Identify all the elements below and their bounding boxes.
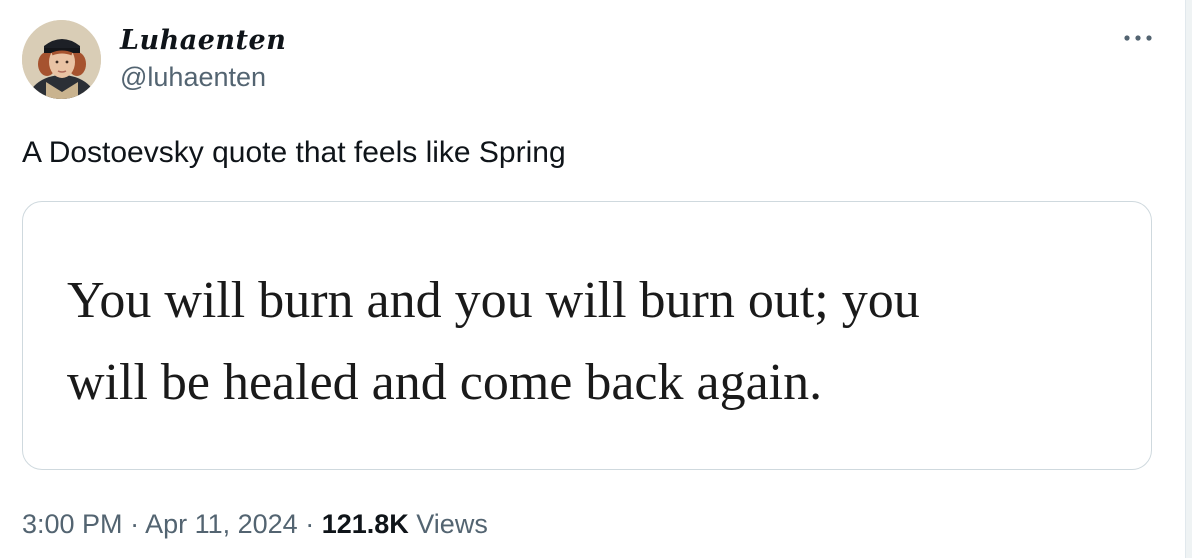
author-info: Luhaenten @luhaenten — [120, 21, 286, 95]
views-label: Views — [408, 509, 488, 539]
tweet: Luhaenten @luhaenten A Dostoevsky quote … — [0, 0, 1186, 558]
meta-separator: · — [297, 509, 322, 539]
more-options-button[interactable] — [1118, 26, 1158, 50]
author-display-name[interactable]: Luhaenten — [120, 21, 286, 61]
tweet-time[interactable]: 3:00 PM — [22, 509, 123, 539]
author-handle[interactable]: @luhaenten — [120, 59, 286, 95]
meta-separator: · — [122, 509, 146, 539]
tweet-metadata: 3:00 PM · Apr 11, 2024 · 121.8K Views — [22, 504, 488, 544]
scrollbar-track[interactable] — [1185, 0, 1192, 558]
tweet-date[interactable]: Apr 11, 2024 — [145, 509, 298, 539]
tweet-media-image[interactable]: You will burn and you will burn out; you… — [22, 201, 1152, 470]
media-quote-text: You will burn and you will burn out; you… — [67, 272, 920, 411]
more-horizontal-icon — [1124, 35, 1152, 41]
tweet-text: A Dostoevsky quote that feels like Sprin… — [22, 136, 566, 169]
portrait-avatar-icon — [22, 20, 101, 99]
avatar[interactable] — [22, 20, 101, 99]
tweet-header: Luhaenten @luhaenten — [22, 19, 1162, 101]
views-count: 121.8K — [321, 509, 409, 539]
